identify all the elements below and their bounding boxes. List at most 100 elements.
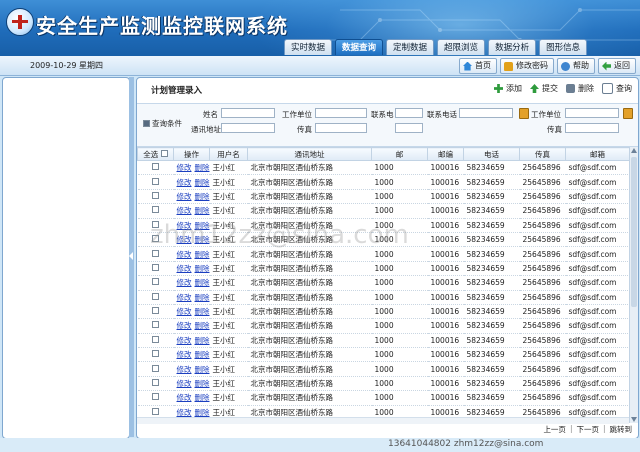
edit-link[interactable]: 修改 xyxy=(177,278,192,287)
horizontal-scrollbar[interactable] xyxy=(137,417,629,424)
row-select-cell[interactable] xyxy=(137,390,174,406)
delete-link[interactable]: 删除 xyxy=(195,336,210,345)
edit-link[interactable]: 修改 xyxy=(177,293,192,302)
contact-field[interactable] xyxy=(395,108,423,118)
next-page-link[interactable]: 下一页 xyxy=(576,424,599,435)
query-toggle-checkbox[interactable] xyxy=(143,120,150,127)
row-checkbox[interactable] xyxy=(152,177,159,185)
contact-phone-field[interactable] xyxy=(459,108,513,118)
row-select-cell[interactable] xyxy=(137,333,174,349)
table-row[interactable]: 修改删除王小红北京市朝阳区酒仙桥东路1000100016582346592564… xyxy=(137,261,629,277)
jump-to-link[interactable]: 跳转到 xyxy=(610,424,633,435)
table-row[interactable]: 修改删除王小红北京市朝阳区酒仙桥东路1000100016582346592564… xyxy=(137,275,629,291)
row-checkbox[interactable] xyxy=(152,407,159,415)
delete-link[interactable]: 删除 xyxy=(195,350,210,359)
table-row[interactable]: 修改删除王小红北京市朝阳区酒仙桥东路1000100016582346592564… xyxy=(137,376,629,392)
edit-link[interactable]: 修改 xyxy=(177,163,192,172)
edit-link[interactable]: 修改 xyxy=(177,393,192,402)
tab-item[interactable]: 数据分析 xyxy=(488,39,537,55)
delete-link[interactable]: 删除 xyxy=(195,206,210,215)
table-row[interactable]: 修改删除王小红北京市朝阳区酒仙桥东路1000100016582346592564… xyxy=(137,189,629,205)
panel-splitter[interactable] xyxy=(129,77,134,437)
tab-item[interactable]: 图形信息 xyxy=(539,39,588,55)
row-checkbox[interactable] xyxy=(152,163,159,171)
row-checkbox[interactable] xyxy=(152,278,159,286)
row-select-cell[interactable] xyxy=(137,189,174,205)
delete-link[interactable]: 删除 xyxy=(195,250,210,259)
select-all-header[interactable]: 全选 xyxy=(137,147,174,161)
edit-link[interactable]: 修改 xyxy=(177,350,192,359)
delete-link[interactable]: 删除 xyxy=(195,307,210,316)
submit-button[interactable]: 提交 xyxy=(530,83,558,94)
row-select-cell[interactable] xyxy=(137,361,174,377)
address-field[interactable] xyxy=(221,123,275,133)
row-checkbox[interactable] xyxy=(152,263,159,271)
row-select-cell[interactable] xyxy=(137,318,174,334)
table-row[interactable]: 修改删除王小红北京市朝阳区酒仙桥东路1000100016582346592564… xyxy=(137,333,629,349)
delete-link[interactable]: 删除 xyxy=(195,365,210,374)
delete-link[interactable]: 删除 xyxy=(195,408,210,417)
edit-link[interactable]: 修改 xyxy=(177,178,192,187)
edit-link[interactable]: 修改 xyxy=(177,365,192,374)
edit-link[interactable]: 修改 xyxy=(177,307,192,316)
delete-link[interactable]: 删除 xyxy=(195,293,210,302)
row-checkbox[interactable] xyxy=(152,249,159,257)
vertical-scrollbar[interactable] xyxy=(629,147,638,423)
tab-item[interactable]: 超限浏览 xyxy=(437,39,486,55)
table-row[interactable]: 修改删除王小红北京市朝阳区酒仙桥东路1000100016582346592564… xyxy=(137,174,629,190)
row-checkbox[interactable] xyxy=(152,321,159,329)
extra-field[interactable] xyxy=(395,123,423,133)
picker-icon[interactable] xyxy=(519,108,529,119)
row-checkbox[interactable] xyxy=(152,307,159,315)
tab-item[interactable]: 定制数据 xyxy=(386,39,435,55)
delete-link[interactable]: 删除 xyxy=(195,192,210,201)
fax2-field[interactable] xyxy=(565,123,619,133)
row-select-cell[interactable] xyxy=(137,160,174,176)
collapse-arrow-icon[interactable] xyxy=(129,252,133,260)
back-button[interactable]: 返回 xyxy=(598,58,636,74)
org-field[interactable] xyxy=(315,108,367,118)
delete-link[interactable]: 删除 xyxy=(195,278,210,287)
row-select-cell[interactable] xyxy=(137,261,174,277)
table-row[interactable]: 修改删除王小红北京市朝阳区酒仙桥东路1000100016582346592564… xyxy=(137,318,629,334)
row-checkbox[interactable] xyxy=(152,191,159,199)
tab-item[interactable]: 数据查询 xyxy=(335,39,384,55)
row-checkbox[interactable] xyxy=(152,292,159,300)
row-checkbox[interactable] xyxy=(152,206,159,214)
prev-page-link[interactable]: 上一页 xyxy=(543,424,566,435)
select-all-checkbox[interactable] xyxy=(160,149,168,157)
change-password-button[interactable]: 修改密码 xyxy=(500,58,554,74)
query-button[interactable]: 查询 xyxy=(602,83,632,94)
delete-link[interactable]: 删除 xyxy=(195,163,210,172)
delete-link[interactable]: 删除 xyxy=(195,321,210,330)
row-checkbox[interactable] xyxy=(152,379,159,387)
row-select-cell[interactable] xyxy=(137,275,174,291)
row-checkbox[interactable] xyxy=(152,364,159,372)
row-select-cell[interactable] xyxy=(137,347,174,363)
delete-link[interactable]: 删除 xyxy=(195,178,210,187)
fax-field[interactable] xyxy=(315,123,367,133)
name-field[interactable] xyxy=(221,108,275,118)
edit-link[interactable]: 修改 xyxy=(177,264,192,273)
edit-link[interactable]: 修改 xyxy=(177,336,192,345)
org2-field[interactable] xyxy=(565,108,619,118)
table-row[interactable]: 修改删除王小红北京市朝阳区酒仙桥东路1000100016582346592564… xyxy=(137,203,629,219)
table-row[interactable]: 修改删除王小红北京市朝阳区酒仙桥东路1000100016582346592564… xyxy=(137,347,629,363)
edit-link[interactable]: 修改 xyxy=(177,379,192,388)
home-button[interactable]: 首页 xyxy=(459,58,497,74)
delete-button[interactable]: 删除 xyxy=(566,83,594,94)
row-checkbox[interactable] xyxy=(152,350,159,358)
delete-link[interactable]: 删除 xyxy=(195,393,210,402)
edit-link[interactable]: 修改 xyxy=(177,206,192,215)
row-select-cell[interactable] xyxy=(137,376,174,392)
scroll-up-icon[interactable] xyxy=(631,148,637,153)
row-checkbox[interactable] xyxy=(152,335,159,343)
delete-link[interactable]: 删除 xyxy=(195,379,210,388)
edit-link[interactable]: 修改 xyxy=(177,192,192,201)
help-button[interactable]: 帮助 xyxy=(557,58,595,74)
edit-link[interactable]: 修改 xyxy=(177,321,192,330)
table-row[interactable]: 修改删除王小红北京市朝阳区酒仙桥东路1000100016582346592564… xyxy=(137,304,629,320)
row-checkbox[interactable] xyxy=(152,393,159,401)
table-row[interactable]: 修改删除王小红北京市朝阳区酒仙桥东路1000100016582346592564… xyxy=(137,390,629,406)
scroll-thumb[interactable] xyxy=(631,157,637,307)
